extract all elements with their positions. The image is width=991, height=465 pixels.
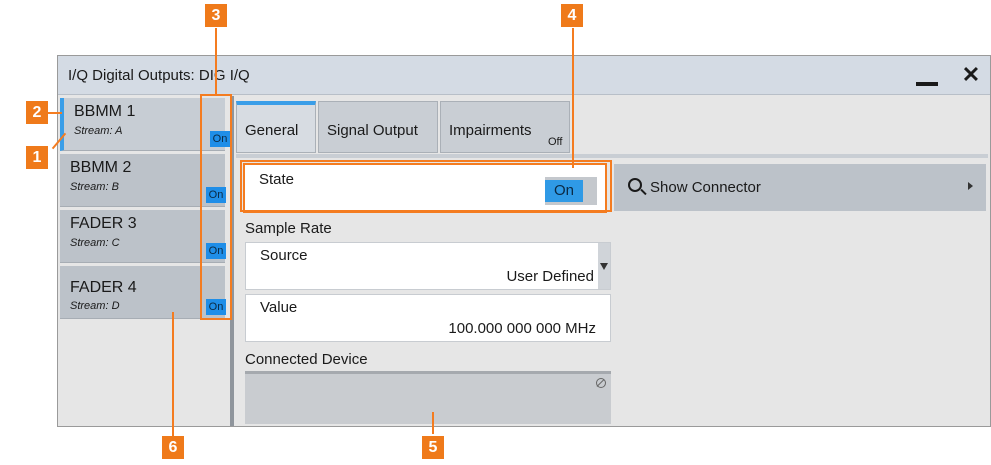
callout-4: 4: [561, 4, 583, 27]
callout-5: 5: [422, 436, 444, 459]
sample-rate-value: 100.000 000 000 MHz: [448, 320, 596, 337]
chevron-right-icon: [968, 182, 973, 190]
show-connector-label: Show Connector: [650, 179, 761, 196]
tab-general[interactable]: General: [236, 101, 316, 153]
source-label: Source: [260, 247, 308, 264]
minimize-icon[interactable]: [916, 82, 938, 86]
sample-rate-heading: Sample Rate: [245, 220, 332, 237]
stream-name: BBMM 2: [70, 159, 132, 176]
callout-bracket-4: [240, 160, 612, 212]
title-bar: I/Q Digital Outputs: DIG I/Q ✕: [58, 56, 990, 95]
connected-device-field: [245, 371, 611, 424]
stream-label: Stream: B: [70, 181, 119, 193]
callout-3: 3: [205, 4, 227, 27]
dialog-window: I/Q Digital Outputs: DIG I/Q ✕ BBMM 1 St…: [57, 55, 991, 427]
impairments-off-badge: Off: [548, 136, 563, 148]
leader-line-4: [572, 28, 574, 168]
source-value: User Defined: [506, 268, 594, 285]
leader-line-2: [48, 112, 62, 114]
source-select[interactable]: Source User Defined: [245, 242, 611, 290]
chevron-down-icon[interactable]: [598, 243, 610, 289]
stream-label: Stream: D: [70, 300, 120, 312]
callout-2: 2: [26, 101, 48, 124]
window-title: I/Q Digital Outputs: DIG I/Q: [68, 67, 250, 84]
disabled-icon: [596, 378, 606, 388]
search-icon: [628, 178, 642, 192]
screenshot-stage: I/Q Digital Outputs: DIG I/Q ✕ BBMM 1 St…: [0, 0, 991, 465]
tab-impairments[interactable]: Impairments Off: [440, 101, 570, 153]
sample-rate-value-field[interactable]: Value 100.000 000 000 MHz: [245, 294, 611, 342]
stream-name: BBMM 1: [74, 103, 136, 120]
callout-bracket-3: [200, 94, 232, 320]
leader-line-3: [215, 28, 217, 94]
leader-line-6: [172, 312, 174, 436]
callout-6: 6: [162, 436, 184, 459]
tab-label: Signal Output: [327, 122, 418, 139]
value-label: Value: [260, 299, 298, 316]
callout-1: 1: [26, 146, 48, 169]
stream-label: Stream: A: [74, 125, 123, 137]
tab-underline: [236, 154, 988, 158]
close-icon[interactable]: ✕: [958, 62, 984, 88]
stream-name: FADER 3: [70, 215, 137, 232]
tab-label: Impairments: [449, 122, 532, 139]
tab-label: General: [245, 122, 299, 139]
stream-label: Stream: C: [70, 237, 120, 249]
stream-name: FADER 4: [70, 279, 137, 296]
leader-line-5: [432, 412, 434, 434]
show-connector-button[interactable]: Show Connector: [614, 164, 986, 211]
connected-device-heading: Connected Device: [245, 351, 368, 368]
tab-signal-output[interactable]: Signal Output: [318, 101, 438, 153]
